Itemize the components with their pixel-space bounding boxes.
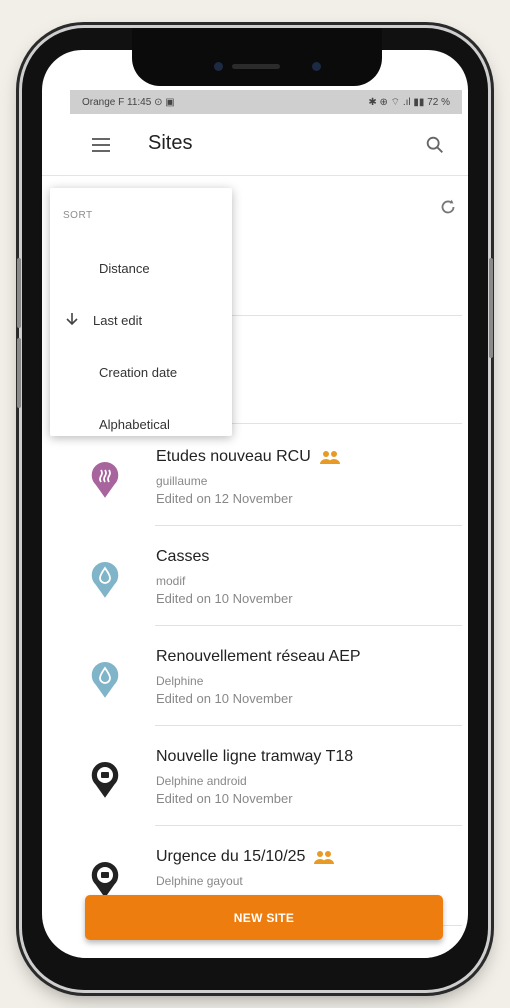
site-name: Etudes nouveau RCU [156, 448, 341, 466]
app-bar: Sites [42, 114, 468, 176]
water-drop-pin-icon [90, 660, 120, 700]
site-name: Casses [156, 548, 210, 565]
site-author: Delphine android [156, 774, 247, 788]
camera-notch [132, 28, 382, 86]
heating-pin-icon [90, 460, 120, 500]
site-author: Delphine [156, 674, 204, 688]
new-site-button[interactable]: NEW SITE [85, 895, 443, 940]
shared-team-icon [314, 850, 335, 864]
sort-option-creation-date[interactable]: Creation date [50, 351, 232, 395]
search-icon[interactable] [424, 134, 446, 156]
site-edited-date: Edited on 10 November [156, 691, 293, 706]
sort-option-label: Alphabetical [99, 417, 170, 432]
sort-option-label: Creation date [99, 365, 178, 380]
volume-button [17, 338, 21, 408]
shared-team-icon [319, 450, 340, 464]
page-title: Sites [148, 132, 193, 154]
sort-option-label: Last edit [93, 313, 143, 328]
power-button [489, 258, 493, 358]
arrow-down-icon [66, 313, 78, 326]
site-name: Renouvellement réseau AEP [156, 648, 361, 665]
site-edited-date: Edited on 10 November [156, 591, 293, 606]
site-author: modif [156, 574, 186, 588]
refresh-icon[interactable] [437, 196, 459, 218]
sort-heading: SORT [63, 210, 93, 221]
site-author: Delphine gayout [156, 874, 243, 888]
tram-pin-icon [90, 860, 120, 900]
site-list-item[interactable]: Nouvelle ligne tramway T18 Delphine andro… [70, 726, 462, 826]
site-list-item[interactable]: Casses modif Edited on 10 November [70, 526, 462, 626]
water-drop-pin-icon [90, 560, 120, 600]
site-edited-date: Edited on 10 November [156, 791, 293, 806]
sort-menu: SORT Distance Last edit Creation date Al… [50, 188, 232, 436]
site-list-item[interactable]: Renouvellement réseau AEP Delphine Edited … [70, 626, 462, 726]
site-name: Urgence du 15/10/25 [156, 848, 335, 866]
site-edited-date: Edited on 12 November [156, 491, 293, 506]
status-left: Orange F 11:45 ⊙ ▣ [82, 96, 175, 108]
hamburger-menu-icon[interactable] [92, 138, 110, 152]
tram-pin-icon [90, 760, 120, 800]
status-right: ✱ ⊕ ⌔ .ıl ▮▮ 72 % [368, 96, 450, 108]
site-author: guillaume [156, 474, 208, 488]
sort-option-label: Distance [99, 261, 150, 276]
sort-option-distance[interactable]: Distance [50, 247, 232, 291]
phone-screen: Orange F 11:45 ⊙ ▣ ✱ ⊕ ⌔ .ıl ▮▮ 72 % Sit… [42, 50, 468, 958]
sort-option-last-edit[interactable]: Last edit [50, 299, 232, 343]
volume-button [17, 258, 21, 328]
status-bar: Orange F 11:45 ⊙ ▣ ✱ ⊕ ⌔ .ıl ▮▮ 72 % [70, 90, 462, 114]
site-name: Nouvelle ligne tramway T18 [156, 748, 354, 765]
sort-option-alphabetical[interactable]: Alphabetical [50, 403, 232, 447]
